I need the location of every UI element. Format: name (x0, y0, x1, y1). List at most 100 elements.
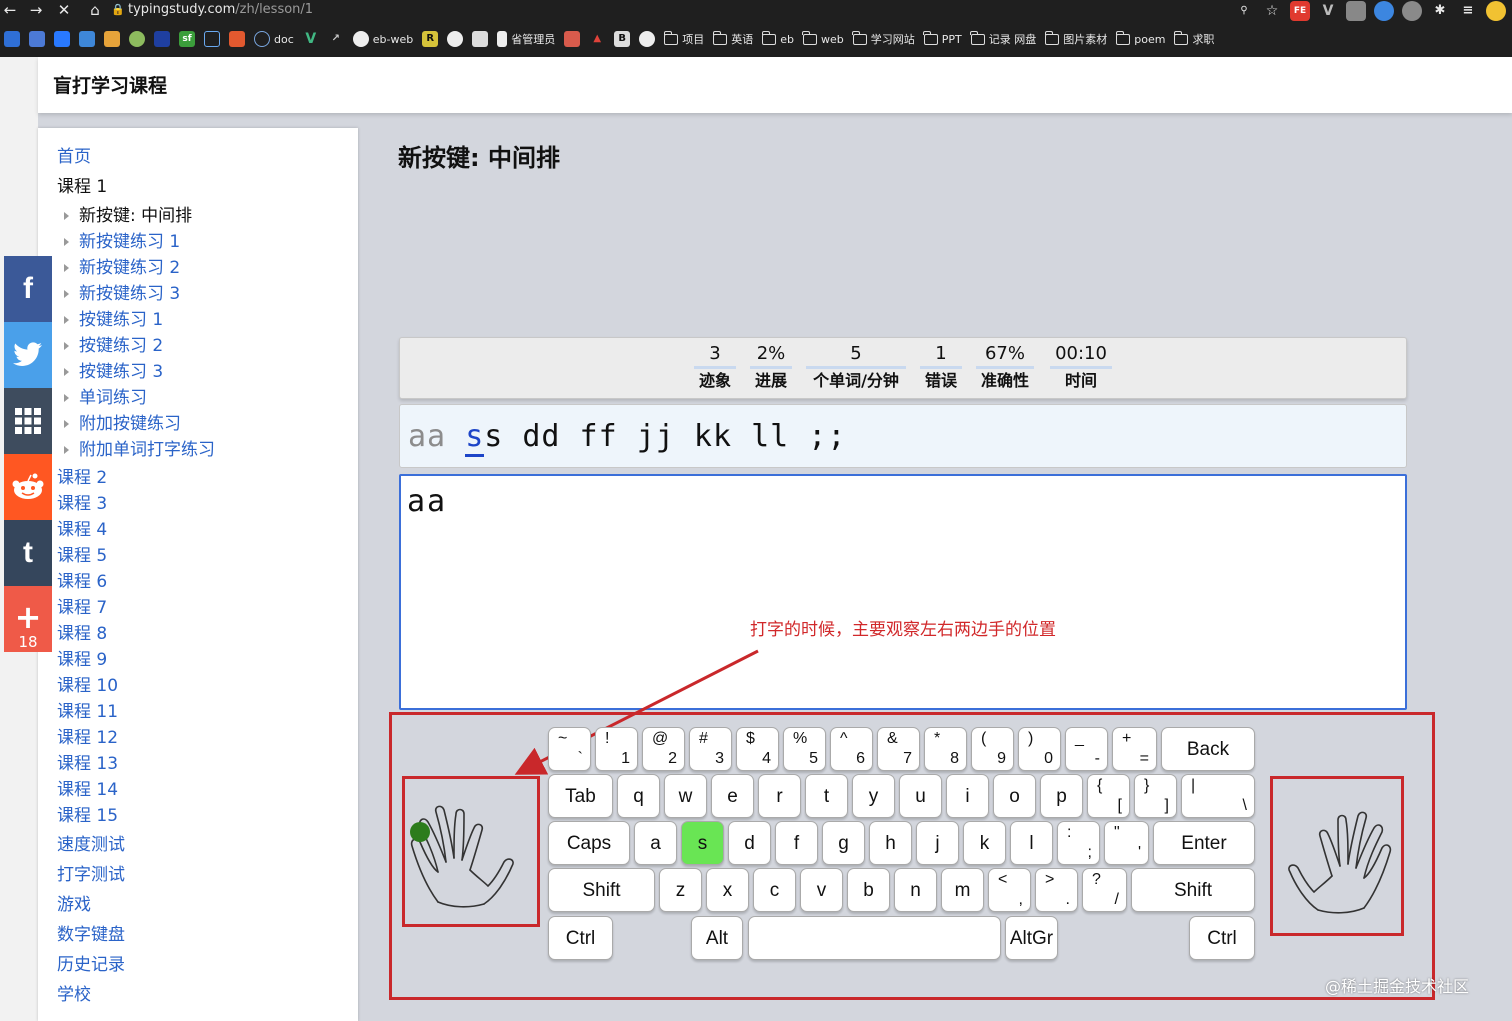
more-share-button[interactable]: +18 (4, 586, 52, 652)
key-bracket-right[interactable]: }] (1134, 774, 1177, 818)
bookmark-favicon-icon[interactable] (564, 31, 581, 47)
github-icon[interactable] (639, 31, 656, 47)
key-c[interactable]: c (753, 868, 796, 912)
key-8[interactable]: * 8 (924, 727, 967, 771)
key-n[interactable]: n (894, 868, 937, 912)
key-v[interactable]: v (800, 868, 843, 912)
key-backspace[interactable]: Back (1161, 727, 1255, 771)
bookmark-favicon-icon[interactable] (79, 31, 95, 47)
key-r[interactable]: r (758, 774, 801, 818)
key-ctrl-left[interactable]: Ctrl (548, 916, 613, 960)
profile-avatar-icon[interactable] (1486, 1, 1506, 21)
key-0[interactable]: ) 0 (1018, 727, 1061, 771)
key-shift-right[interactable]: Shift (1131, 868, 1255, 912)
key-backslash[interactable]: | \ (1181, 774, 1255, 818)
sidebar-item-lesson[interactable]: 课程 6 (57, 570, 107, 594)
vue-icon[interactable]: V (303, 31, 319, 47)
bookmark-favicon-icon[interactable] (54, 31, 70, 47)
sidebar-subitem[interactable]: 附加按键练习 (64, 412, 181, 436)
key-backtick[interactable]: ~ ` (548, 727, 591, 771)
sidebar-item-lesson-1[interactable]: 课程 1 (57, 175, 107, 199)
key-quote[interactable]: " ' (1104, 821, 1149, 865)
sidebar-subitem[interactable]: 按键练习 1 (64, 308, 163, 332)
key-d[interactable]: d (728, 821, 771, 865)
sidebar-item-lesson[interactable]: 课程 9 (57, 648, 107, 672)
sidebar-item-lesson[interactable]: 课程 3 (57, 492, 107, 516)
extension-icon[interactable] (1374, 1, 1394, 21)
sidebar-item-lesson[interactable]: 课程 13 (57, 752, 118, 776)
key-a[interactable]: a (634, 821, 677, 865)
home-icon[interactable]: ⌂ (85, 0, 105, 20)
sidebar-subitem[interactable]: 新按键练习 2 (64, 256, 180, 280)
key-t[interactable]: t (805, 774, 848, 818)
star-icon[interactable]: ☆ (1262, 1, 1282, 21)
bookmark-item[interactable]: eb-web (352, 31, 413, 47)
key-1[interactable]: ! 1 (595, 727, 638, 771)
sidebar-subitem[interactable]: 新按键练习 3 (64, 282, 180, 306)
bookmark-folder[interactable]: 英语 (712, 30, 753, 47)
key-bracket-left[interactable]: {[ (1087, 774, 1130, 818)
key-space[interactable] (748, 916, 1001, 960)
key-z[interactable]: z (659, 868, 702, 912)
sidebar-item-speed-test[interactable]: 速度测试 (57, 833, 125, 857)
key-4[interactable]: $4 (736, 727, 779, 771)
key-2[interactable]: @2 (642, 727, 685, 771)
key-p[interactable]: p (1040, 774, 1083, 818)
key-m[interactable]: m (941, 868, 984, 912)
apps-share-button[interactable] (4, 388, 52, 454)
sidebar-item-lesson[interactable]: 课程 15 (57, 804, 118, 828)
tumblr-share-button[interactable]: t (4, 520, 52, 586)
sidebar-item-lesson[interactable]: 课程 2 (57, 466, 107, 490)
bookmark-favicon-icon[interactable] (4, 31, 20, 47)
bookmark-favicon-icon[interactable]: ↗ (328, 31, 344, 47)
key-5[interactable]: % 5 (783, 727, 826, 771)
key-k[interactable]: k (963, 821, 1006, 865)
sidebar-subitem[interactable]: 按键练习 2 (64, 334, 163, 358)
key-caps[interactable]: Caps (548, 821, 630, 865)
gitlab-icon[interactable] (229, 31, 245, 47)
key-o[interactable]: o (993, 774, 1036, 818)
reddit-share-button[interactable] (4, 454, 52, 520)
bookmark-favicon-icon[interactable] (29, 31, 45, 47)
reading-list-icon[interactable]: ≡ (1458, 1, 1478, 21)
zoom-icon[interactable]: ⚲ (1234, 1, 1254, 21)
sidebar-subitem[interactable]: 新按键: 中间排 (64, 204, 192, 228)
bookmark-favicon-icon[interactable] (154, 31, 170, 47)
key-q[interactable]: q (617, 774, 660, 818)
key-l[interactable]: l (1010, 821, 1053, 865)
bookmark-folder[interactable]: 记录 网盘 (970, 30, 1036, 47)
bookmark-folder[interactable]: poem (1115, 30, 1165, 46)
sidebar-item-lesson[interactable]: 课程 5 (57, 544, 107, 568)
key-minus[interactable]: _ - (1065, 727, 1108, 771)
sidebar-subitem[interactable]: 单词练习 (64, 386, 147, 410)
key-g[interactable]: g (822, 821, 865, 865)
bookmark-folder[interactable]: eb (761, 30, 794, 46)
key-slash[interactable]: ? / (1082, 868, 1127, 912)
bookmark-folder[interactable]: 学习网站 (852, 30, 915, 47)
key-3[interactable]: #3 (689, 727, 732, 771)
bookmark-favicon-icon[interactable] (104, 31, 120, 47)
forward-icon[interactable]: → (26, 0, 46, 20)
key-b[interactable]: b (847, 868, 890, 912)
bookmark-folder[interactable]: web (802, 30, 844, 46)
sidebar-item-numpad[interactable]: 数字键盘 (57, 923, 125, 947)
site-title[interactable]: 盲打学习课程 (53, 71, 167, 98)
key-s-active[interactable]: s (681, 821, 724, 865)
sidebar-item-lesson[interactable]: 课程 4 (57, 518, 107, 542)
key-x[interactable]: x (706, 868, 749, 912)
key-comma[interactable]: <, (988, 868, 1031, 912)
sidebar-subitem[interactable]: 新按键练习 1 (64, 230, 180, 254)
typing-input[interactable]: aa (399, 474, 1407, 710)
sidebar-subitem[interactable]: 按键练习 3 (64, 360, 163, 384)
bookmark-item[interactable]: 省管理员 (497, 31, 555, 47)
sidebar-item-lesson[interactable]: 课程 10 (57, 674, 118, 698)
key-6[interactable]: ^ 6 (830, 727, 873, 771)
key-e[interactable]: e (711, 774, 754, 818)
sidebar-item-lesson[interactable]: 课程 8 (57, 622, 107, 646)
key-equals[interactable]: + = (1112, 727, 1157, 771)
sidebar-item-lesson[interactable]: 课程 11 (57, 700, 118, 724)
key-semicolon[interactable]: :; (1057, 821, 1100, 865)
key-u[interactable]: u (899, 774, 942, 818)
bookmark-favicon-icon[interactable] (472, 31, 489, 47)
sidebar-item-home[interactable]: 首页 (57, 145, 91, 169)
